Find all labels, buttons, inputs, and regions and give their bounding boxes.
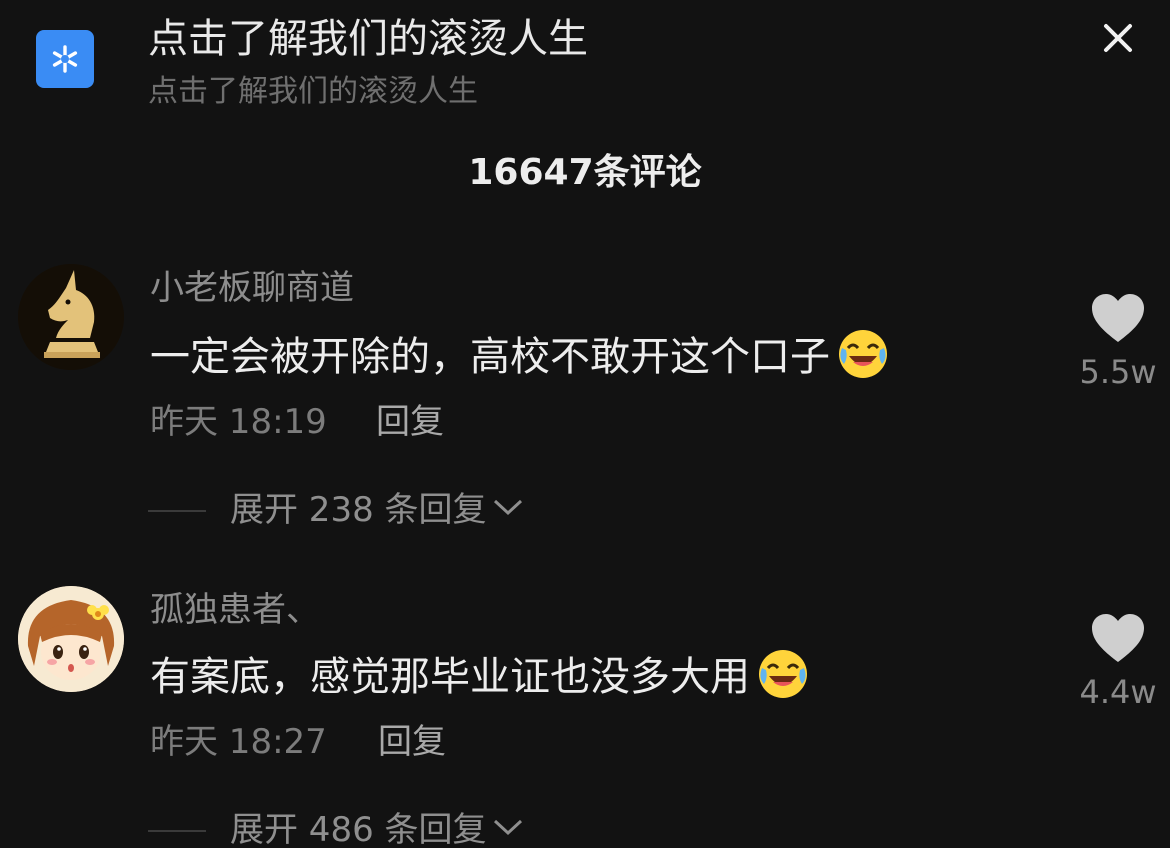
chevron-down-icon bbox=[493, 499, 522, 516]
crying-laughing-emoji-icon bbox=[839, 330, 887, 378]
header-subtitle: 点击了解我们的滚烫人生 bbox=[148, 74, 478, 109]
heart-icon bbox=[1092, 294, 1144, 342]
close-icon[interactable] bbox=[1096, 16, 1140, 60]
comment-count: 16647条评论 bbox=[468, 152, 702, 193]
divider bbox=[148, 830, 206, 832]
comment-author[interactable]: 小老板聊商道 bbox=[150, 266, 354, 310]
like-count: 4.4w bbox=[1079, 673, 1157, 711]
expand-replies-label: 展开 486 条回复 bbox=[230, 810, 487, 848]
avatar[interactable] bbox=[18, 586, 124, 692]
crying-laughing-emoji-icon bbox=[759, 650, 807, 698]
chevron-down-icon bbox=[493, 819, 522, 836]
like-count: 5.5w bbox=[1079, 353, 1157, 391]
comments-panel: 点击了解我们的滚烫人生 点击了解我们的滚烫人生 16647条评论 小老板聊商道 … bbox=[0, 0, 1170, 848]
comment-text: 一定会被开除的，高校不敢开这个口子 bbox=[150, 326, 890, 383]
expand-replies-button[interactable]: 展开 238 条回复 bbox=[230, 488, 525, 532]
like-button[interactable]: 5.5w bbox=[1076, 292, 1160, 392]
like-button[interactable]: 4.4w bbox=[1076, 612, 1160, 712]
comment-time: 昨天 18:27 bbox=[150, 722, 327, 762]
divider bbox=[148, 510, 206, 512]
comment-time: 昨天 18:19 bbox=[150, 402, 327, 442]
snowflake-app-icon[interactable] bbox=[36, 30, 94, 88]
heart-icon bbox=[1092, 614, 1144, 662]
cartoon-girl-avatar bbox=[18, 586, 124, 692]
unicorn-chess-knight-avatar bbox=[18, 264, 124, 370]
expand-replies-label: 展开 238 条回复 bbox=[230, 490, 487, 530]
reply-button[interactable]: 回复 bbox=[378, 720, 446, 764]
header-title[interactable]: 点击了解我们的滚烫人生 bbox=[148, 14, 588, 64]
comment-text-content: 一定会被开除的，高校不敢开这个口子 bbox=[150, 334, 830, 380]
comment-author[interactable]: 孤独患者、 bbox=[150, 588, 320, 632]
expand-replies-button[interactable]: 展开 486 条回复 bbox=[230, 808, 525, 848]
reply-button[interactable]: 回复 bbox=[376, 400, 444, 444]
avatar[interactable] bbox=[18, 264, 124, 370]
comment-text-content: 有案底，感觉那毕业证也没多大用 bbox=[150, 654, 750, 700]
comment-text: 有案底，感觉那毕业证也没多大用 bbox=[150, 646, 810, 703]
